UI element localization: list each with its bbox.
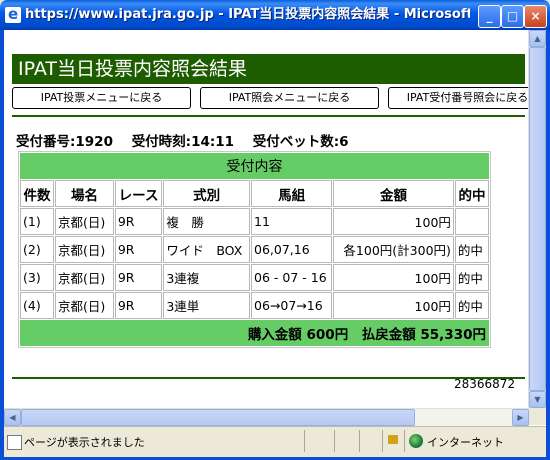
- page-header: IPAT当日投票内容照会結果: [12, 54, 525, 84]
- scroll-right-arrow-icon[interactable]: ▶: [512, 409, 529, 426]
- back-to-receipt-inquiry-button[interactable]: IPAT受付番号照会に戻る: [388, 87, 546, 109]
- col-header-race: レース: [114, 180, 163, 207]
- scroll-down-arrow-icon[interactable]: ▼: [529, 391, 546, 408]
- col-header-bet-type: 式別: [163, 180, 251, 207]
- horizontal-scrollbar[interactable]: ◀ ▶: [4, 408, 529, 426]
- row-index: (1): [20, 208, 55, 235]
- col-header-amount: 金額: [333, 180, 454, 207]
- row-race: 9R: [114, 292, 163, 319]
- back-to-inquiry-menu-button[interactable]: IPAT照会メニューに戻る: [200, 87, 379, 109]
- bet-table: 受付内容 件数 場名 レース 式別 馬組 金額 的中 (1) 京都(日) 9R …: [18, 151, 491, 348]
- title-bar: https://www.ipat.jra.go.jp - IPAT当日投票内容照…: [0, 0, 550, 30]
- vertical-scroll-thumb[interactable]: [529, 47, 546, 391]
- receipt-time: 受付時刻:14:11: [131, 134, 235, 150]
- receipt-info: 受付番号:1920 受付時刻:14:11 受付ベット数:6: [16, 130, 363, 150]
- row-venue: 京都(日): [55, 292, 114, 319]
- table-row: (1) 京都(日) 9R 複 勝 11 100円: [20, 208, 489, 235]
- row-venue: 京都(日): [55, 236, 114, 263]
- internet-zone-icon: [409, 434, 423, 448]
- row-horses: 06,07,16: [251, 236, 333, 263]
- row-amount: 100円: [333, 208, 454, 235]
- ie-icon: [5, 0, 21, 29]
- bet-count: 受付ベット数:6: [252, 134, 349, 150]
- table-row: (4) 京都(日) 9R 3連単 06→07→16 100円 的中: [20, 292, 489, 319]
- row-bet-type: 3連単: [163, 292, 251, 319]
- security-zone-label: インターネット: [427, 436, 504, 449]
- horizontal-scroll-thumb[interactable]: [21, 409, 415, 426]
- reference-code: 28366872: [454, 377, 516, 391]
- col-header-hit: 的中: [454, 180, 489, 207]
- row-bet-type: 3連複: [163, 264, 251, 291]
- row-index: (4): [20, 292, 55, 319]
- scroll-corner: [529, 408, 546, 425]
- row-race: 9R: [114, 208, 163, 235]
- col-header-count: 件数: [20, 180, 55, 207]
- col-header-horses: 馬組: [251, 180, 333, 207]
- row-race: 9R: [114, 236, 163, 263]
- divider-bottom: [12, 377, 525, 379]
- row-race: 9R: [114, 264, 163, 291]
- browser-content: IPAT当日投票内容照会結果 IPAT投票メニューに戻る IPAT照会メニューに…: [4, 30, 546, 426]
- row-amount: 各100円(計300円): [333, 236, 454, 263]
- back-to-vote-menu-button[interactable]: IPAT投票メニューに戻る: [12, 87, 191, 109]
- maximize-button[interactable]: □: [501, 5, 524, 28]
- page-done-icon: [7, 435, 22, 450]
- col-header-venue: 場名: [55, 180, 114, 207]
- row-bet-type: 複 勝: [163, 208, 251, 235]
- close-button[interactable]: ×: [524, 5, 547, 28]
- scroll-up-arrow-icon[interactable]: ▲: [529, 30, 546, 47]
- table-row: (2) 京都(日) 9R ワイド BOX 06,07,16 各100円(計300…: [20, 236, 489, 263]
- status-bar: ページが表示されました インターネット: [4, 426, 546, 457]
- receipt-number: 受付番号:1920: [16, 134, 113, 150]
- minimize-button[interactable]: _: [478, 5, 501, 28]
- row-horses: 11: [251, 208, 333, 235]
- window-title: https://www.ipat.jra.go.jp - IPAT当日投票内容照…: [25, 7, 470, 22]
- row-horses: 06→07→16: [251, 292, 333, 319]
- status-text: ページが表示されました: [24, 436, 145, 449]
- lock-icon: [388, 435, 398, 444]
- row-index: (2): [20, 236, 55, 263]
- row-horses: 06 - 07 - 16: [251, 264, 333, 291]
- table-row: (3) 京都(日) 9R 3連複 06 - 07 - 16 100円 的中: [20, 264, 489, 291]
- row-venue: 京都(日): [55, 208, 114, 235]
- row-index: (3): [20, 264, 55, 291]
- row-venue: 京都(日): [55, 264, 114, 291]
- table-caption: 受付内容: [20, 153, 489, 179]
- total-summary: 購入金額 600円 払戻金額 55,330円: [20, 320, 489, 346]
- row-hit: [454, 208, 489, 235]
- row-hit: 的中: [454, 292, 489, 319]
- row-amount: 100円: [333, 264, 454, 291]
- row-amount: 100円: [333, 292, 454, 319]
- scroll-left-arrow-icon[interactable]: ◀: [4, 409, 21, 426]
- row-bet-type: ワイド BOX: [163, 236, 251, 263]
- vertical-scrollbar[interactable]: ▲ ▼: [528, 30, 546, 408]
- divider-top: [12, 115, 525, 117]
- row-hit: 的中: [454, 264, 489, 291]
- row-hit: 的中: [454, 236, 489, 263]
